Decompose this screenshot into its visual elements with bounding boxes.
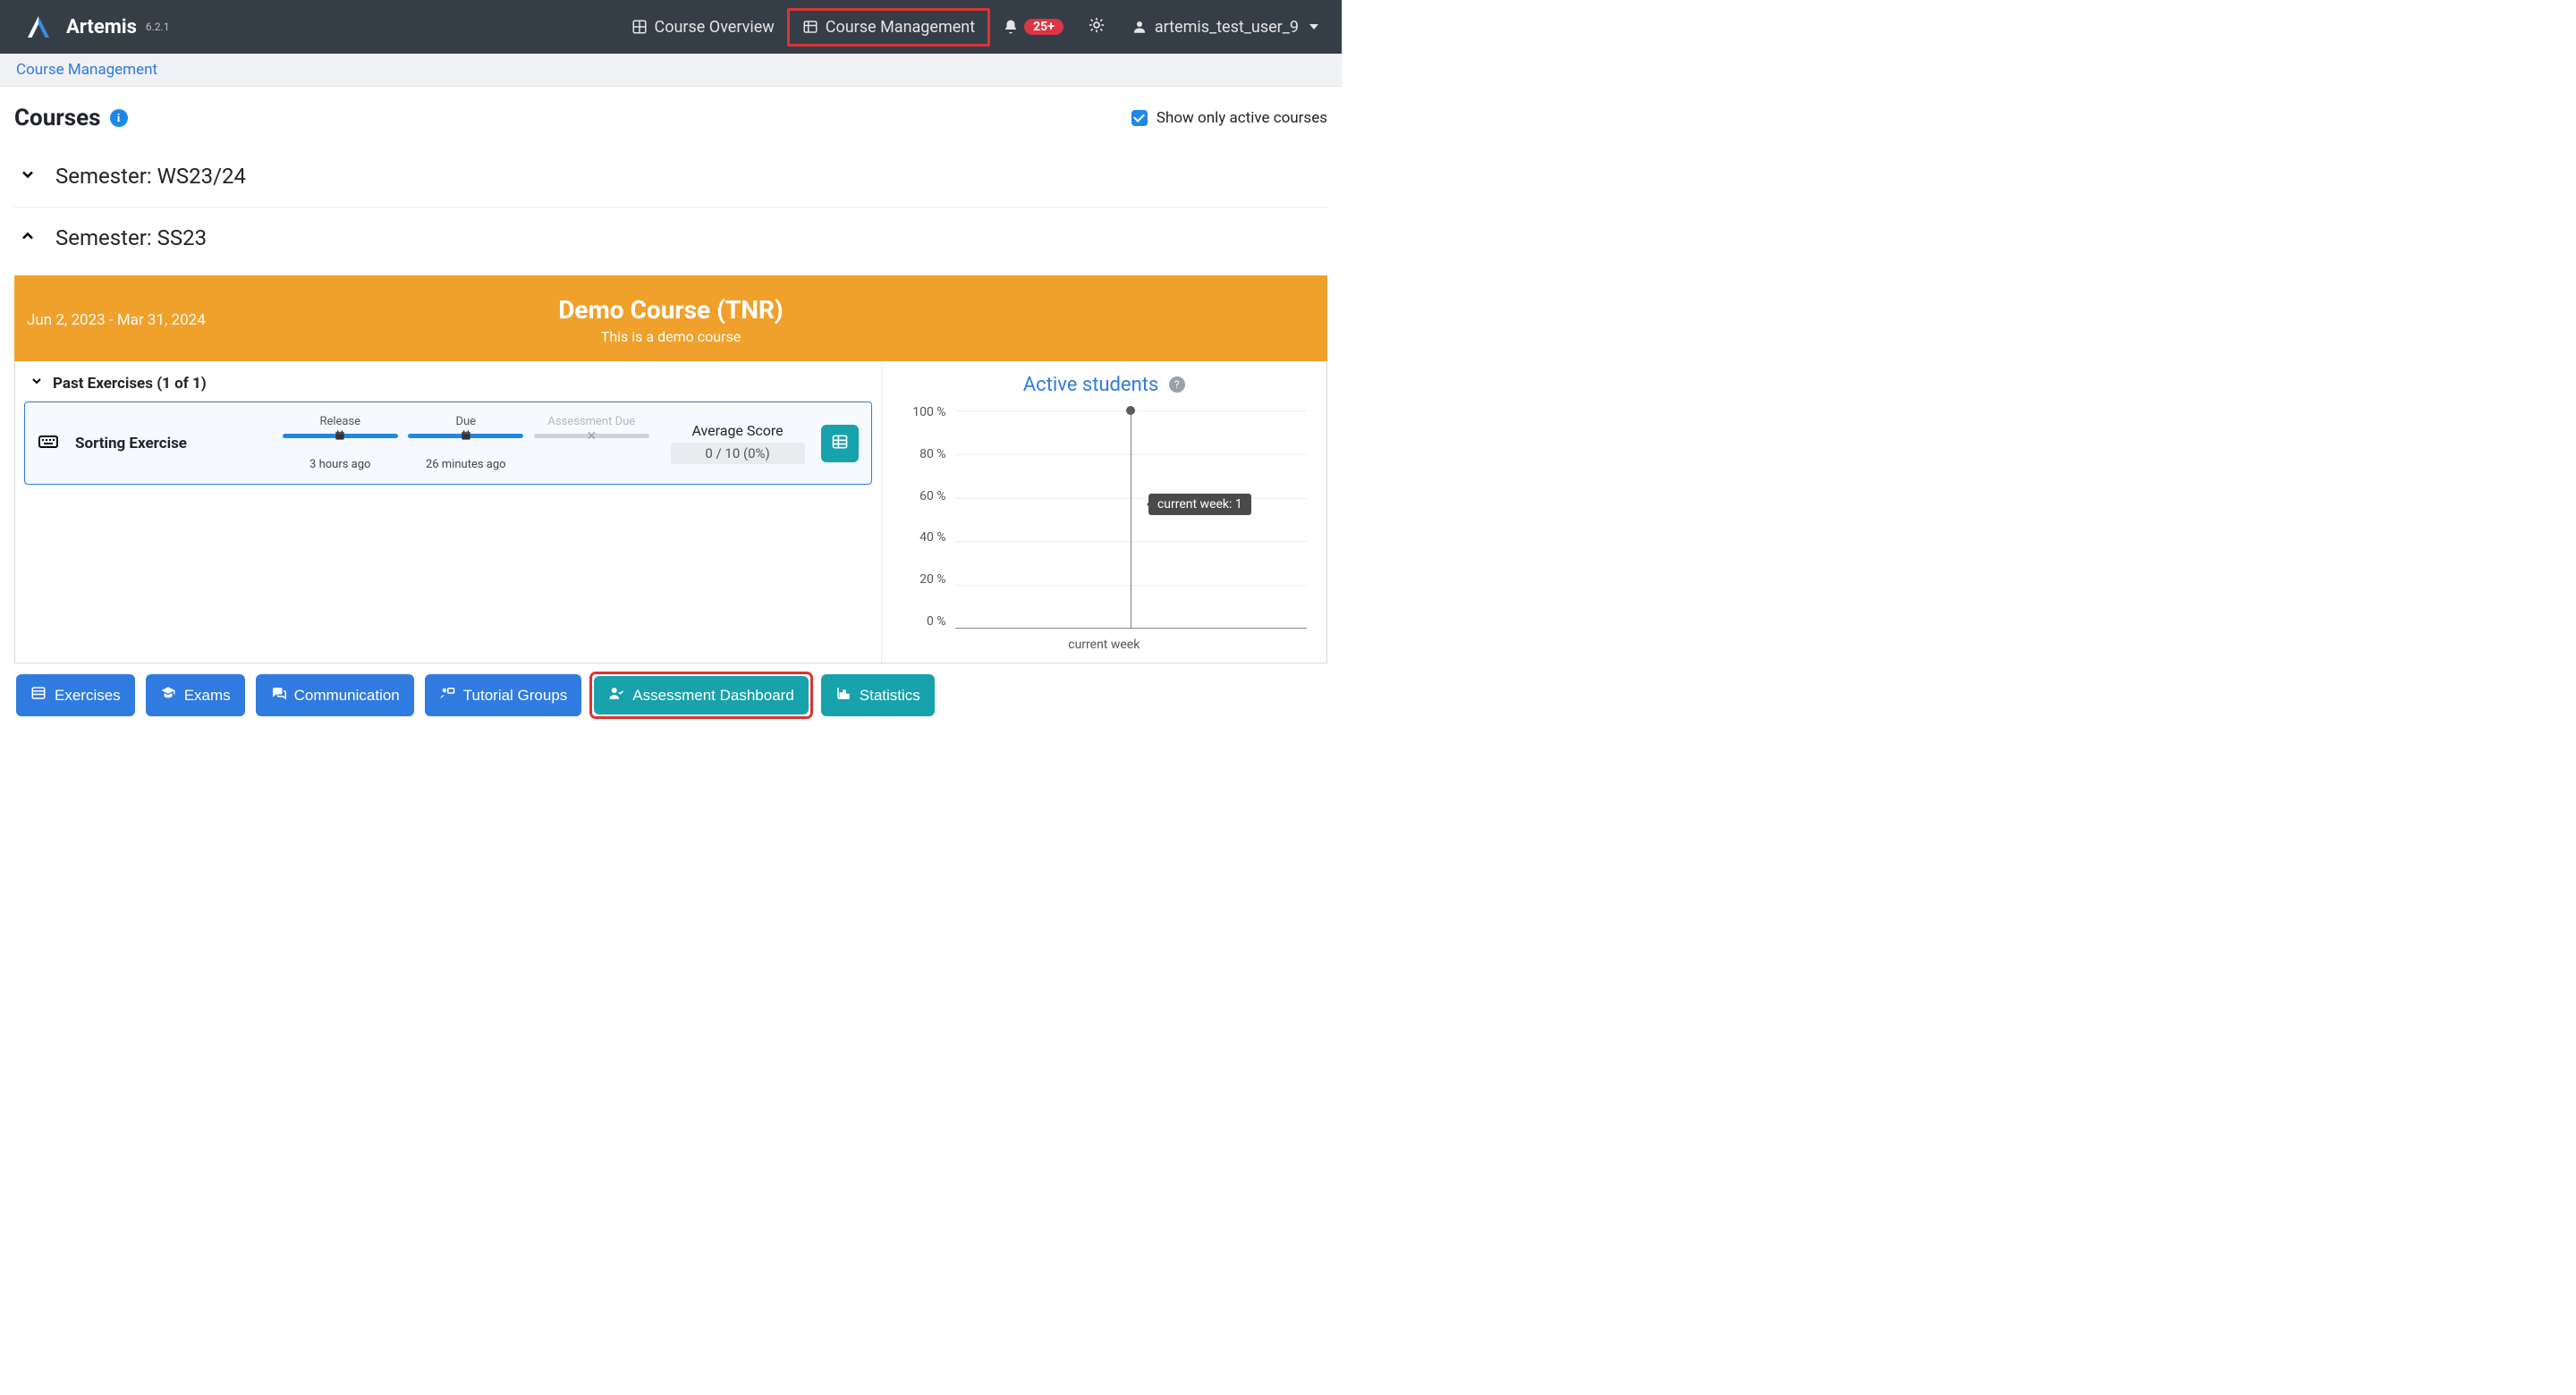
user-menu[interactable]: artemis_test_user_9 [1117,18,1324,37]
calendar-icon [460,429,472,442]
chevron-down-icon [30,374,44,393]
artemis-logo-icon [25,13,52,40]
x-icon: ✕ [586,430,597,443]
help-icon[interactable]: ? [1169,376,1185,393]
list-icon [30,685,47,706]
username-label: artemis_test_user_9 [1155,18,1299,37]
grid-icon [631,19,648,35]
chevron-down-icon [1309,24,1318,30]
assessment-due-label: Assessment Due [529,415,655,428]
nav-course-overview[interactable]: Course Overview [619,11,787,44]
course-title: Demo Course (TNR) [14,295,1327,325]
chat-icon [270,685,286,706]
release-label: Release [277,415,403,428]
tutorial-groups-button[interactable]: Tutorial Groups [425,674,582,716]
average-score-value: 0 / 10 (0%) [671,443,805,464]
chevron-down-icon [18,164,38,189]
table-icon [802,19,818,35]
y-tick: 60 % [893,489,946,503]
due-value: 26 minutes ago [403,458,530,471]
y-tick: 80 % [893,447,946,461]
nav-course-management-label: Course Management [826,18,975,37]
nav-course-overview-label: Course Overview [655,18,775,37]
semester-label: Semester: SS23 [55,225,207,250]
chart-data-point [1126,406,1135,415]
info-icon[interactable]: i [110,109,128,127]
statistics-label: Statistics [860,687,920,705]
semester-row-ss23[interactable]: Semester: SS23 [14,207,1327,268]
bell-icon [1003,19,1019,35]
semester-label: Semester: WS23/24 [55,164,246,189]
exercise-timeline: Release 3 hours ago Due 26 minutes ago A… [277,415,655,471]
course-action-buttons: Exercises Exams Communication Tutorial G… [14,664,1327,720]
user-icon [1131,19,1148,35]
exercise-name: Sorting Exercise [75,435,187,452]
keyboard-icon [38,431,59,456]
user-check-icon [608,685,624,706]
y-tick: 20 % [893,572,946,587]
sun-icon [1089,17,1105,33]
calendar-icon [334,429,346,442]
users-icon [439,685,455,706]
communication-label: Communication [294,687,400,705]
past-exercises-label: Past Exercises (1 of 1) [53,375,207,393]
chevron-up-icon [18,225,38,250]
chart-title: Active students [1023,374,1159,396]
active-students-chart: 100 % 80 % 60 % 40 % 20 % 0 % [893,405,1316,655]
exams-label: Exams [184,687,231,705]
exercise-row[interactable]: Sorting Exercise Release 3 hours ago Due… [24,402,872,485]
exercise-scores-button[interactable] [821,425,859,462]
theme-toggle[interactable] [1076,17,1117,37]
nav-course-management[interactable]: Course Management [790,11,987,44]
notifications-badge: 25+ [1024,19,1063,35]
notifications-button[interactable]: 25+ [990,19,1076,35]
breadcrumb-course-management[interactable]: Course Management [16,61,157,79]
y-tick: 0 % [893,614,946,629]
exams-button[interactable]: Exams [146,674,245,716]
chart-x-label: current week [893,638,1316,652]
due-label: Due [403,415,530,428]
checkbox-icon [1131,110,1148,126]
y-tick: 40 % [893,530,946,545]
y-tick: 100 % [893,405,946,419]
release-value: 3 hours ago [277,458,403,471]
chart-tooltip: current week: 1 [1148,494,1251,515]
highlight-annotation: Assessment Dashboard [592,674,809,716]
assessment-dashboard-button[interactable]: Assessment Dashboard [594,676,808,714]
assessment-dashboard-label: Assessment Dashboard [632,687,793,705]
semester-row-ws2324[interactable]: Semester: WS23/24 [14,146,1327,207]
table-icon [831,433,849,454]
show-only-active-label: Show only active courses [1157,109,1327,127]
course-dates: Jun 2, 2023 - Mar 31, 2024 [27,311,206,329]
page-title: Courses [14,105,101,131]
bar-chart-icon [835,685,852,706]
course-banner[interactable]: Jun 2, 2023 - Mar 31, 2024 Demo Course (… [14,275,1327,361]
show-only-active-toggle[interactable]: Show only active courses [1131,109,1327,127]
active-students-panel: Active students ? 100 % 80 % 60 % 40 % 2… [881,361,1326,663]
past-exercises-toggle[interactable]: Past Exercises (1 of 1) [24,370,872,402]
graduation-cap-icon [160,685,176,706]
highlight-annotation: Course Management [787,8,990,46]
statistics-button[interactable]: Statistics [821,674,935,716]
top-navbar: Artemis 6.2.1 Course Overview Course Man… [0,0,1342,54]
breadcrumb: Course Management [0,54,1342,87]
course-card: Jun 2, 2023 - Mar 31, 2024 Demo Course (… [14,275,1327,720]
brand-name: Artemis [66,16,137,38]
exercises-label: Exercises [55,687,121,705]
version-label: 6.2.1 [146,21,170,33]
exercises-button[interactable]: Exercises [16,674,135,716]
communication-button[interactable]: Communication [256,674,414,716]
average-score-label: Average Score [671,422,805,439]
tutorial-groups-label: Tutorial Groups [463,687,568,705]
course-subtitle: This is a demo course [14,328,1327,345]
